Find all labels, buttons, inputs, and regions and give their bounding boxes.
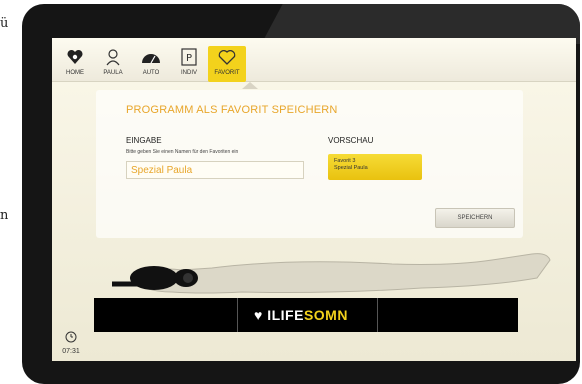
bar-divider — [377, 298, 378, 332]
nav-label: PAULA — [103, 70, 123, 76]
preview-line-2: Spezial Paula — [334, 165, 368, 171]
favorite-panel: PROGRAMM ALS FAVORIT SPEICHERN EINGABE B… — [96, 90, 523, 238]
input-section-label: EINGABE — [126, 136, 162, 145]
nav-label: FAVORIT — [214, 70, 240, 76]
nav-label: AUTO — [142, 70, 160, 76]
gauge-icon — [141, 46, 161, 68]
nav-label: INDIV — [180, 70, 197, 76]
parking-p-icon: P — [181, 46, 197, 68]
input-hint: Bitte geben Sie einen Namen für den Favo… — [126, 149, 239, 155]
clock: 07:31 — [56, 330, 86, 358]
nav-item-paula[interactable]: PAULA — [94, 46, 132, 82]
ilifesomn-logo: ♥ ILIFESOMN — [254, 307, 348, 323]
bottom-control-bar: ♥ ILIFESOMN — [94, 298, 518, 332]
nav-item-auto[interactable]: AUTO — [132, 46, 170, 82]
clock-icon — [65, 331, 77, 343]
tablet-screen: HOME PAULA AUTO P INDIV FAVORIT PROGRAMM… — [52, 38, 576, 361]
logo-prefix: ILIFE — [267, 307, 304, 323]
nav-item-favorit[interactable]: FAVORIT — [208, 46, 246, 82]
heart-logo-icon — [66, 46, 84, 68]
person-icon — [104, 46, 122, 68]
top-navigation-bar: HOME PAULA AUTO P INDIV FAVORIT — [52, 38, 576, 82]
panel-title: PROGRAMM ALS FAVORIT SPEICHERN — [126, 104, 338, 116]
preview-section-label: VORSCHAU — [328, 136, 374, 145]
preview-line-1: Favorit 3 — [334, 158, 356, 164]
bar-divider — [237, 298, 238, 332]
logo-suffix: SOMN — [303, 307, 348, 323]
nav-label: HOME — [66, 70, 84, 76]
svg-text:P: P — [186, 53, 192, 64]
preview-favorite-button[interactable]: Favorit 3 Spezial Paula — [328, 154, 422, 180]
heart-outline-icon — [217, 46, 237, 68]
clock-time: 07:31 — [62, 348, 80, 355]
nav-item-indiv[interactable]: P INDIV — [170, 46, 208, 82]
edge-text-top: ü — [0, 16, 9, 31]
logo-heart-icon: ♥ — [254, 307, 263, 323]
favorite-name-input[interactable] — [126, 161, 304, 179]
nav-item-home[interactable]: HOME — [56, 46, 94, 82]
nav-tabs: HOME PAULA AUTO P INDIV FAVORIT — [56, 46, 246, 82]
active-tab-pointer — [242, 82, 258, 89]
save-button[interactable]: SPEICHERN — [435, 208, 515, 228]
edge-text-mid: n — [0, 208, 9, 223]
tablet-frame: HOME PAULA AUTO P INDIV FAVORIT PROGRAMM… — [22, 4, 580, 384]
